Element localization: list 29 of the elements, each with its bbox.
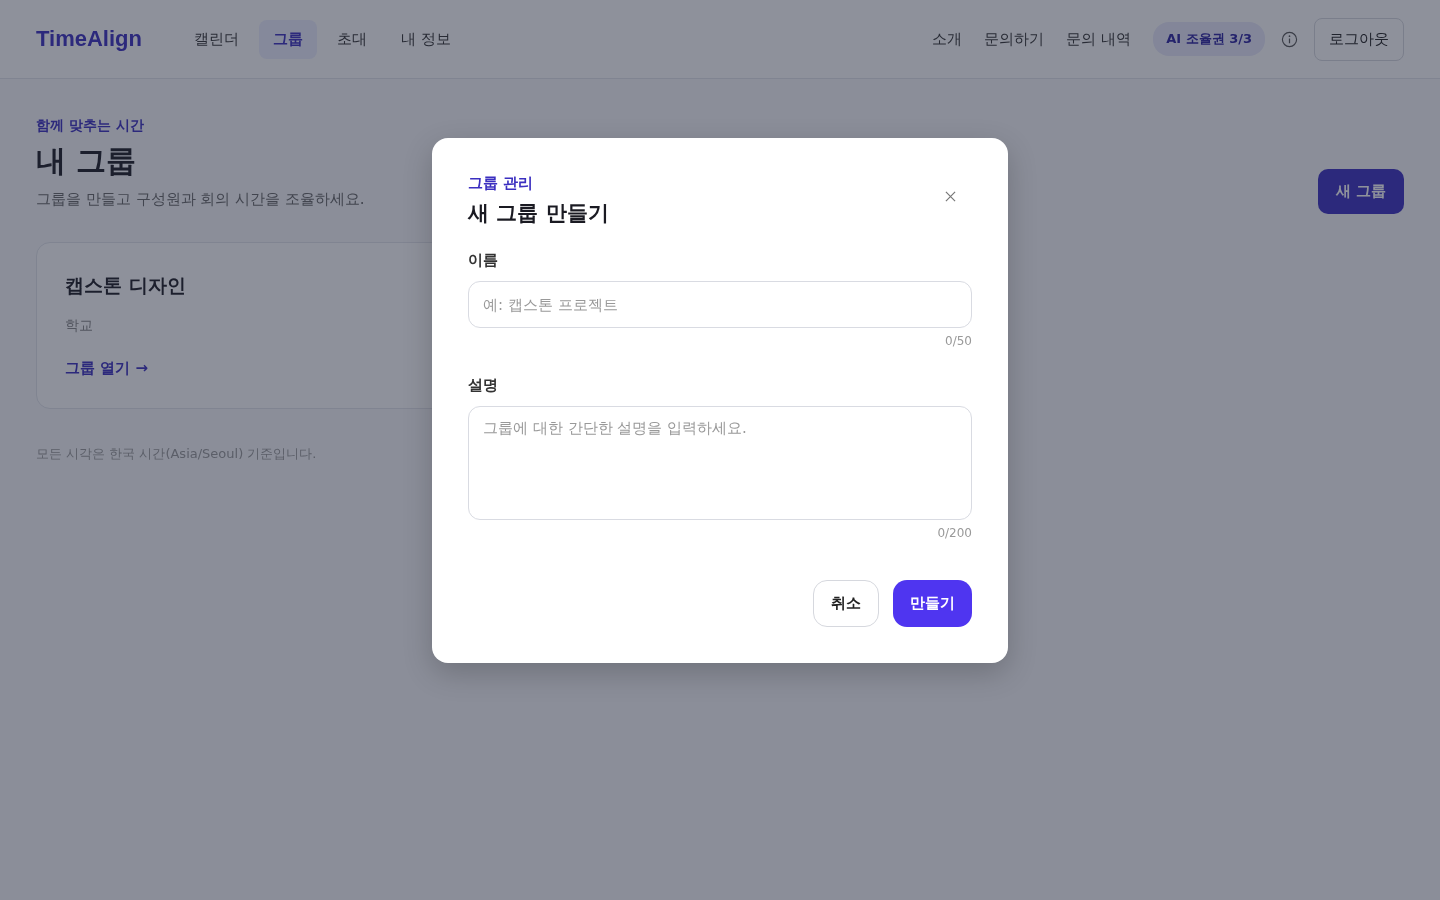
page-title: 내 그룹 — [36, 142, 138, 180]
character-counter: 0/50 — [945, 334, 972, 348]
logo[interactable]: TimeAlign — [36, 26, 142, 52]
dialog-title: 새 그룹 만들기 — [468, 200, 609, 227]
nav-tab[interactable]: 캘린더 — [179, 19, 253, 59]
group-name: 캡스톤 디자인 — [65, 273, 187, 298]
field-label: 설명 — [468, 376, 499, 395]
nav-link[interactable]: 소개 — [932, 29, 963, 49]
page-subtitle: 그룹을 만들고 구성원과 회의 시간을 조율하세요. — [36, 190, 365, 209]
info-icon[interactable] — [1281, 30, 1298, 48]
new-group-button[interactable]: 새 그룹 — [1317, 169, 1404, 214]
nav-tab[interactable]: 내 정보 — [386, 19, 465, 59]
group-category: 학교 — [65, 317, 94, 335]
dialog-eyebrow: 그룹 관리 — [468, 174, 535, 193]
logout-button[interactable]: 로그아웃 — [1314, 17, 1404, 61]
name-field[interactable]: 예: 캡스톤 프로젝트 — [468, 281, 972, 328]
create-button[interactable]: 만들기 — [893, 580, 972, 627]
cancel-button[interactable]: 취소 — [813, 580, 879, 627]
section-eyebrow: 함께 맞추는 시간 — [36, 117, 145, 135]
nav-tab[interactable]: 그룹 — [258, 19, 317, 59]
field-label: 이름 — [468, 251, 499, 270]
description-field[interactable]: 그룹에 대한 간단한 설명을 입력하세요. — [468, 406, 972, 520]
close-icon[interactable] — [945, 191, 956, 202]
character-counter: 0/200 — [937, 526, 972, 540]
open-group-link[interactable]: 그룹 열기 → — [65, 359, 148, 378]
nav-link[interactable]: 문의하기 — [984, 29, 1045, 49]
nav-link[interactable]: 문의 내역 — [1066, 29, 1132, 49]
nav-tab[interactable]: 초대 — [322, 19, 381, 59]
ai-credit-badge: AI 조율권 3/3 — [1153, 22, 1265, 56]
